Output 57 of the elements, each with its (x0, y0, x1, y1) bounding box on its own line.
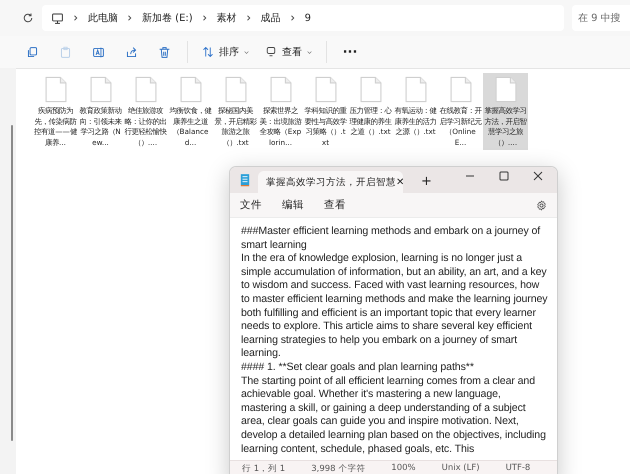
notepad-icon (240, 173, 250, 187)
breadcrumb[interactable]: 9 (304, 12, 312, 24)
document-icon (404, 76, 426, 103)
text-paragraph: ###Master efficient learning methods and embark on a journey of smart learning (241, 225, 542, 252)
document-icon (270, 76, 292, 103)
maximize-icon[interactable] (499, 171, 509, 181)
status-item: 100% (391, 463, 416, 474)
document-icon (494, 76, 516, 103)
new-tab-button[interactable]: + (421, 174, 432, 189)
sort-button[interactable]: 排序 (196, 39, 255, 65)
scrollbar[interactable] (11, 125, 13, 441)
document-icon (180, 76, 202, 103)
menu-item[interactable]: 文件 (240, 198, 262, 212)
document-icon (450, 76, 472, 103)
breadcrumb[interactable]: 素材 (216, 11, 237, 25)
menu-item[interactable]: 查看 (324, 198, 346, 212)
breadcrumb[interactable]: 新加卷 (E:) (142, 11, 193, 25)
status-item: Unix (LF) (442, 463, 480, 474)
sort-icon (202, 46, 214, 58)
breadcrumb[interactable]: 此电脑 (88, 11, 118, 25)
text-paragraph: The starting point of all efficient learning comes from a clear and achievable goal. Whether it's mastering a new language, mastering a skill, or gaining a deep understanding of a subject area, clear goals can guide you and inspire motivation. Next, develop a detailed learning plan based on the objectives, including learning content, schedule, phased goals, etc. This (241, 374, 547, 456)
chevron-icon (73, 15, 79, 21)
breadcrumb[interactable]: 成品 (260, 11, 281, 25)
status-item: UTF-8 (506, 463, 530, 474)
caret-icon (244, 50, 249, 54)
close-tab-button[interactable]: ✕ (396, 176, 404, 188)
search-field[interactable]: 在 9 中搜 (572, 5, 630, 31)
view-button[interactable]: 查看 (259, 39, 318, 65)
text-paragraph: In the era of knowledge explosion, learning is no longer just a simple accumulation of information, but an ability, an art, and a key to wisdom and success. Faced with vast learning resources, how to master efficient learning methods and make the learning journey both fulfilling and efficient is an important topic that every learner needs to explore. This article aims to share several key efficient learning strategies to help you embark on a journey of smart learning. (241, 252, 548, 361)
document-icon (90, 76, 112, 103)
status-item: 3,998 个字符 (311, 463, 366, 474)
monitor-icon (265, 46, 277, 58)
document-tab[interactable]: 掌握高效学习方法，开启智慧✕ (258, 171, 403, 193)
copy-icon (26, 46, 39, 58)
text-paragraph: #### 1. **Set clear goals and plan learning paths** (241, 360, 475, 375)
chevron-icon (246, 15, 252, 21)
close-icon[interactable] (533, 171, 543, 181)
computer-icon (51, 12, 64, 24)
caret-icon (307, 50, 312, 54)
trash-icon (158, 46, 171, 58)
chevron-icon (127, 15, 133, 21)
clipboard-icon (59, 46, 72, 58)
refresh-icon[interactable] (22, 12, 34, 24)
status-item: 行 1，列 1 (242, 463, 286, 474)
chevron-icon (290, 15, 296, 21)
document-icon (360, 76, 382, 103)
document-icon (224, 76, 246, 103)
rename-icon (92, 46, 105, 58)
share-icon (125, 46, 138, 58)
address-bar[interactable]: 此电脑 新加卷 (E:) 素材 成品 9 (42, 5, 564, 31)
more-button[interactable]: ··· (335, 39, 365, 65)
menu-item[interactable]: 编辑 (282, 198, 304, 212)
settings-icon[interactable] (536, 200, 547, 210)
document-icon (314, 76, 336, 103)
document-icon (44, 76, 66, 103)
chevron-icon (202, 15, 208, 21)
document-icon (134, 76, 156, 103)
